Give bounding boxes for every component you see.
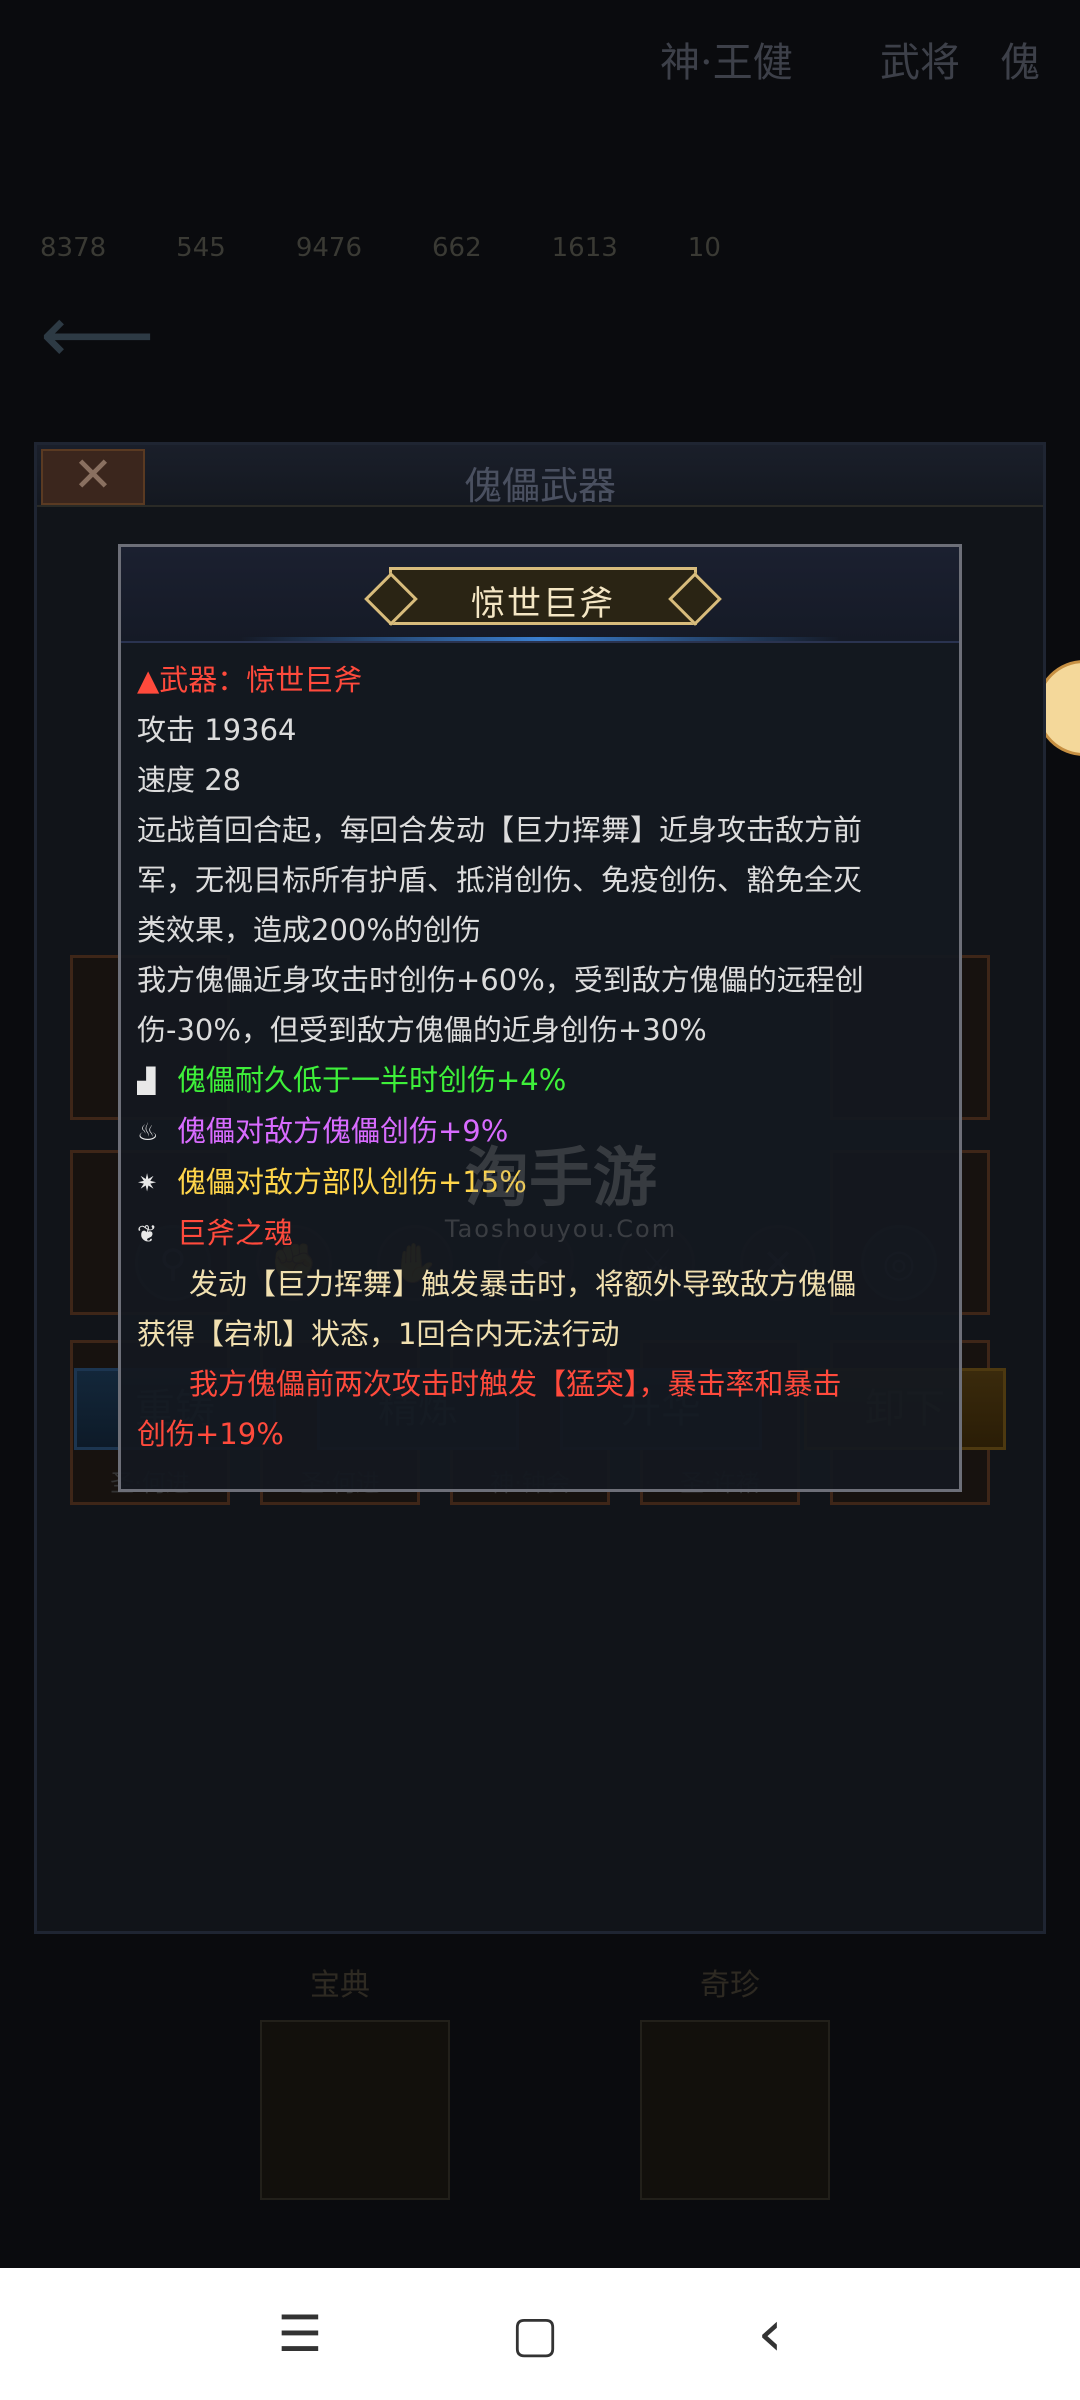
description-line: 军，无视目标所有护盾、抵消创伤、免疫创伤、豁免全灭 — [137, 863, 863, 897]
treasure-book-card[interactable] — [260, 2020, 450, 2200]
soul-effect-line: 获得【宕机】状态，1回合内无法行动 — [137, 1317, 620, 1351]
weapon-tooltip: 惊世巨斧 ▲武器：惊世巨斧 攻击 19364 速度 28 远战首回合起，每回合发… — [118, 544, 962, 1492]
panel-header: ✕ 傀儡武器 — [37, 445, 1043, 508]
resource-value: 10 — [687, 233, 721, 263]
resource-value: 662 — [431, 233, 482, 263]
tab-puppet[interactable]: 傀 — [1000, 30, 1040, 100]
wing-icon: ❦ — [137, 1220, 158, 1248]
soul-effect-red-line: 创伤+19% — [137, 1417, 284, 1451]
tooltip-header: 惊世巨斧 — [121, 547, 959, 643]
watermark-cn: 淘手游 — [465, 1142, 657, 1216]
description-line: 伤-30%，但受到敌方傀儡的近身创伤+30% — [137, 1013, 707, 1047]
tooltip-body: ▲武器：惊世巨斧 攻击 19364 速度 28 远战首回合起，每回合发动【巨力挥… — [137, 655, 949, 1459]
resource-value: 8378 — [40, 233, 107, 263]
resource-value: 1613 — [551, 233, 618, 263]
panel-title: 傀儡武器 — [463, 464, 616, 508]
flame-icon: ♨ — [137, 1118, 159, 1146]
tab-general-name[interactable]: 神·王健 — [660, 30, 793, 100]
tooltip-title: 惊世巨斧 — [471, 584, 615, 624]
soul-effect-line: 发动【巨力挥舞】触发暴击时，将额外导致敌方傀儡 — [189, 1267, 857, 1301]
rare-item-label: 奇珍 — [700, 1968, 760, 2003]
rare-item-card[interactable] — [640, 2020, 830, 2200]
menu-icon[interactable]: ☰ — [260, 2298, 340, 2370]
back-arrow-icon[interactable]: ⟵ — [40, 295, 155, 375]
soul-name: 巨斧之魂 — [177, 1216, 294, 1250]
tab-generals[interactable]: 武将 — [880, 30, 960, 100]
boot-icon: ▟ — [137, 1067, 156, 1095]
header-glow — [241, 637, 839, 641]
resource-value: 9476 — [295, 233, 362, 263]
back-icon[interactable]: ‹ — [730, 2298, 810, 2370]
bonus-text: 傀儡耐久低于一半时创伤+4% — [177, 1063, 567, 1097]
home-icon[interactable]: ▢ — [495, 2298, 575, 2370]
attack-stat: 攻击 19364 — [137, 713, 297, 747]
resource-bar: 8378 545 9476 662 1613 10 — [40, 220, 1040, 276]
treasure-book-label: 宝典 — [310, 1968, 370, 2003]
watermark-en: Taoshouyou.Com — [444, 1215, 678, 1243]
speed-stat: 速度 28 — [137, 763, 242, 797]
description-line: 类效果，造成200%的创伤 — [137, 913, 481, 947]
title-frame: 惊世巨斧 — [389, 567, 697, 625]
weapon-type-line: ▲武器：惊世巨斧 — [137, 663, 363, 697]
system-nav-bar: ☰ ▢ ‹ — [0, 2268, 1080, 2400]
resource-value: 545 — [176, 233, 226, 263]
soul-effect-red-line: 我方傀儡前两次攻击时触发【猛突】，暴击率和暴击 — [189, 1367, 842, 1401]
description-line: 我方傀儡近身攻击时创伤+60%，受到敌方傀儡的远程创 — [137, 963, 864, 997]
description-line: 远战首回合起，每回合发动【巨力挥舞】近身攻击敌方前 — [137, 813, 863, 847]
bonus-line-green: ▟ 傀儡耐久低于一半时创伤+4% — [137, 1055, 949, 1106]
bottom-items: 宝典 奇珍 — [240, 1960, 890, 2220]
splash-icon: ✷ — [137, 1169, 158, 1197]
